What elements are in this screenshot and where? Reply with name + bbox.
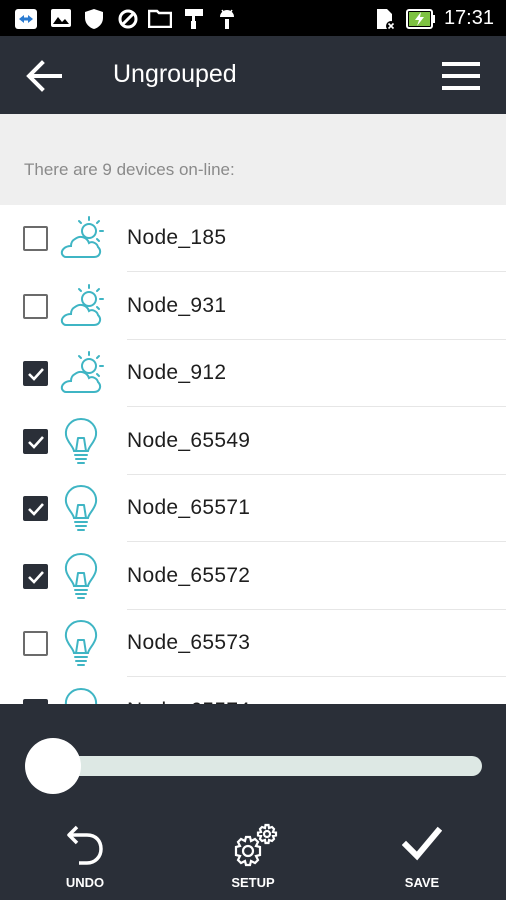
back-button[interactable] xyxy=(22,54,66,98)
page-title: Ungrouped xyxy=(113,60,237,88)
slider-thumb[interactable] xyxy=(25,738,81,794)
undo-icon xyxy=(67,825,103,865)
device-row[interactable]: Node_65549 xyxy=(0,408,506,475)
android-debug-icon xyxy=(220,9,234,29)
device-name: Node_65573 xyxy=(127,631,251,654)
folder-icon xyxy=(148,9,172,28)
checkbox-checked[interactable] xyxy=(23,361,48,386)
paint-roller-icon xyxy=(185,9,203,29)
checkbox-unchecked[interactable] xyxy=(23,226,48,251)
checkbox-unchecked[interactable] xyxy=(23,631,48,656)
setup-label: SETUP xyxy=(231,875,275,890)
lightbulb-icon xyxy=(56,483,106,533)
device-row[interactable]: Node_912 xyxy=(0,340,506,407)
device-name: Node_65549 xyxy=(127,428,251,452)
battery-charging-icon xyxy=(406,9,435,29)
device-count-header: There are 9 devices on-line: xyxy=(0,114,506,205)
device-name: Node_185 xyxy=(127,226,227,249)
app-toolbar: Ungrouped xyxy=(0,36,506,114)
status-bar: 17:31 xyxy=(0,0,506,36)
hamburger-menu-icon xyxy=(442,62,480,90)
checkbox-checked[interactable] xyxy=(23,496,48,521)
teamviewer-icon xyxy=(15,9,37,29)
device-row[interactable]: Node_931 xyxy=(0,273,506,340)
lightbulb-icon xyxy=(56,618,106,668)
device-row[interactable]: Node_185 xyxy=(0,205,506,272)
device-count-text: There are 9 devices on-line: xyxy=(24,160,235,179)
device-name: Node_65572 xyxy=(127,563,251,587)
device-name: Node_65571 xyxy=(127,496,251,519)
menu-button[interactable] xyxy=(440,58,482,94)
device-list[interactable]: Node_185 Node_931 Node_912 Node_65549 No… xyxy=(0,205,506,704)
device-row[interactable]: Node_65574 xyxy=(0,678,506,704)
control-panel: UNDO SETUP SAVE xyxy=(0,704,506,900)
weather-icon xyxy=(56,348,106,398)
undo-label: UNDO xyxy=(65,875,105,890)
weather-icon xyxy=(56,281,106,331)
device-name: Node_912 xyxy=(127,361,227,384)
check-icon xyxy=(28,570,44,584)
check-icon xyxy=(28,435,44,449)
checkbox-checked[interactable] xyxy=(23,563,48,589)
check-icon xyxy=(28,503,44,516)
shield-icon xyxy=(85,9,103,29)
save-label: SAVE xyxy=(404,875,440,890)
save-button[interactable]: SAVE xyxy=(382,819,462,894)
check-icon xyxy=(28,368,44,381)
status-time: 17:31 xyxy=(443,7,494,29)
checkbox-checked[interactable] xyxy=(23,428,48,454)
checkmark-icon xyxy=(402,826,442,861)
sim-card-icon xyxy=(377,9,396,31)
brightness-slider[interactable] xyxy=(40,756,482,776)
device-name: Node_931 xyxy=(127,293,227,317)
checkbox-unchecked[interactable] xyxy=(23,293,48,319)
device-row[interactable]: Node_65571 xyxy=(0,475,506,542)
gears-icon xyxy=(234,823,278,867)
blocked-icon xyxy=(118,9,138,29)
setup-button[interactable]: SETUP xyxy=(213,819,293,894)
lightbulb-icon xyxy=(56,551,106,601)
image-icon xyxy=(51,9,71,27)
arrow-left-icon xyxy=(26,60,62,92)
lightbulb-icon xyxy=(56,686,106,704)
device-row[interactable]: Node_65573 xyxy=(0,610,506,677)
weather-icon xyxy=(56,213,106,263)
device-row[interactable]: Node_65572 xyxy=(0,543,506,610)
undo-button[interactable]: UNDO xyxy=(45,819,125,894)
lightbulb-icon xyxy=(56,416,106,466)
